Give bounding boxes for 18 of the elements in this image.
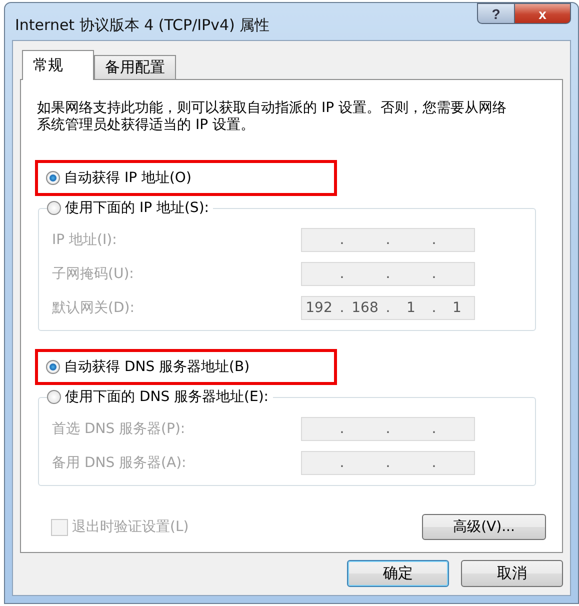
field-label: 首选 DNS 服务器(P): — [52, 420, 186, 438]
radio-option[interactable]: 使用下面的 DNS 服务器地址(E): — [47, 388, 273, 406]
field-label: 子网掩码(U): — [52, 265, 134, 283]
tab[interactable]: 备用配置 — [94, 55, 176, 79]
field-label: 备用 DNS 服务器(A): — [52, 454, 186, 472]
field-label: IP 地址(I): — [52, 231, 117, 249]
radio-option[interactable]: 使用下面的 IP 地址(S): — [47, 199, 213, 217]
radio-option[interactable]: 自动获得 DNS 服务器地址(B) — [46, 358, 334, 376]
window-title: Internet 协议版本 4 (TCP/IPv4) 属性 — [15, 16, 270, 35]
radio-option[interactable]: 自动获得 IP 地址(O) — [46, 169, 334, 187]
dialog-button[interactable]: 取消 — [461, 560, 563, 587]
dialog-button[interactable]: 确定 — [347, 560, 449, 587]
tab[interactable]: 常规 — [22, 50, 94, 80]
description-text: 如果网络支持此功能，则可以获取自动指派的 IP 设置。否则，您需要从网络系统管理员处获得适当的 IP 设置。 — [37, 100, 507, 134]
advanced-button[interactable]: 高级(V)... — [422, 514, 546, 540]
help-button[interactable]: ? — [477, 3, 515, 24]
close-button[interactable]: x — [515, 3, 571, 24]
field-label: 默认网关(D): — [52, 299, 134, 317]
